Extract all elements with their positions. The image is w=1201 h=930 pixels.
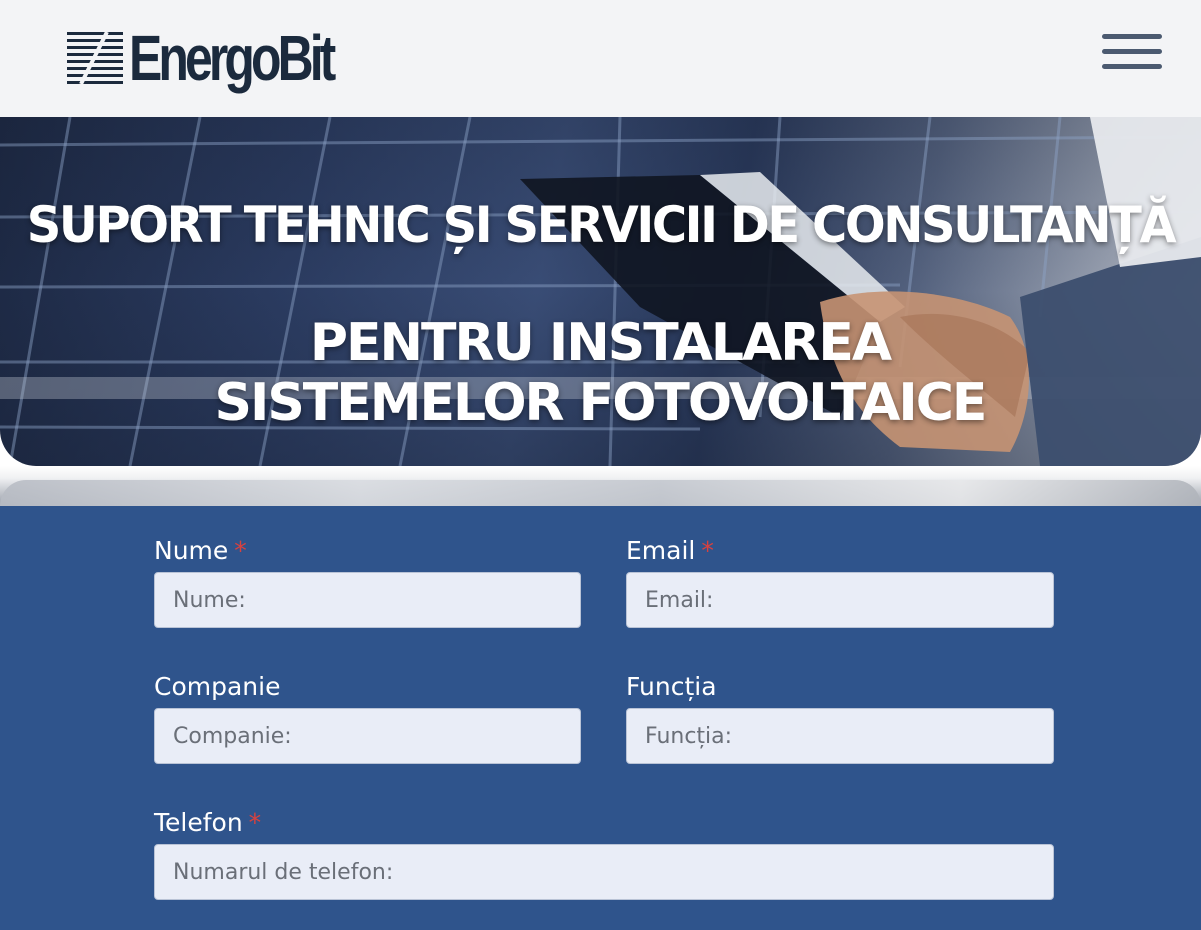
energobit-logo-mark-icon xyxy=(67,32,123,84)
hero-banner: SUPORT TEHNIC ȘI SERVICII DE CONSULTANȚĂ… xyxy=(0,117,1201,466)
functia-input[interactable] xyxy=(626,708,1054,764)
hero-title-line2: PENTRU INSTALAREA SISTEMELOR FOTOVOLTAIC… xyxy=(214,313,988,433)
telefon-input[interactable] xyxy=(154,844,1054,900)
logo-text: EnergoBit xyxy=(129,22,336,94)
hero-reflection xyxy=(0,466,1201,506)
nume-label: Nume * xyxy=(154,536,247,565)
hero-title-line1: SUPORT TEHNIC ȘI SERVICII DE CONSULTANȚĂ xyxy=(26,196,1177,254)
email-field-group: Email * xyxy=(626,536,1054,628)
required-asterisk: * xyxy=(248,808,262,837)
hero-heading: SUPORT TEHNIC ȘI SERVICII DE CONSULTANȚĂ… xyxy=(0,117,1201,466)
hamburger-menu-icon[interactable] xyxy=(1102,32,1164,72)
companie-field-group: Companie xyxy=(154,672,581,764)
telefon-field-group: Telefon * xyxy=(154,808,1054,900)
telefon-label: Telefon * xyxy=(154,808,262,837)
companie-label: Companie xyxy=(154,672,281,701)
site-header: EnergoBit xyxy=(0,0,1201,117)
required-asterisk: * xyxy=(234,536,247,565)
companie-input[interactable] xyxy=(154,708,581,764)
functia-field-group: Funcția xyxy=(626,672,1054,764)
energobit-logo[interactable]: EnergoBit xyxy=(67,22,390,94)
nume-input[interactable] xyxy=(154,572,581,628)
email-label: Email * xyxy=(626,536,714,565)
nume-field-group: Nume * xyxy=(154,536,581,628)
functia-label: Funcția xyxy=(626,672,717,701)
required-asterisk: * xyxy=(701,536,714,565)
contact-form: Nume* Email* Companie Funcția Telefon* xyxy=(0,506,1201,930)
email-input[interactable] xyxy=(626,572,1054,628)
